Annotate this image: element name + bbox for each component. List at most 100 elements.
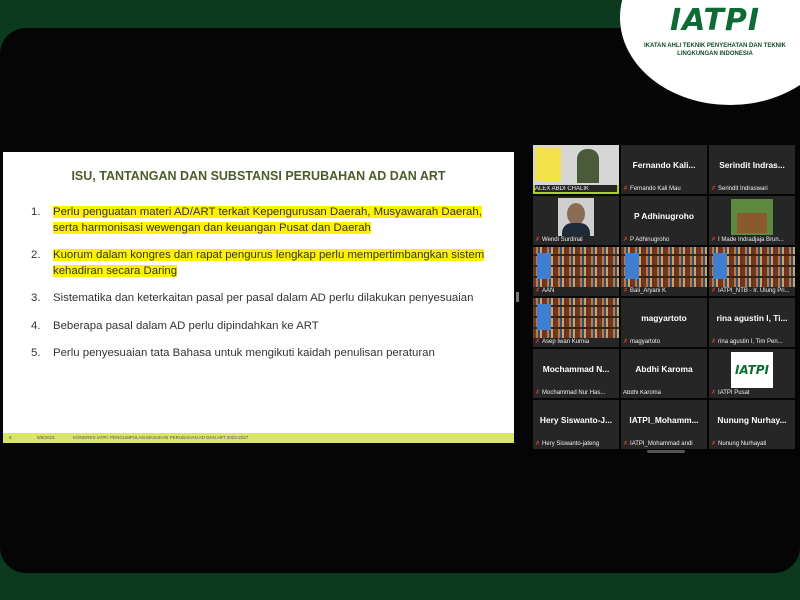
logo-subtitle: IKATAN AHLI TEKNIK PENYEHATAN DAN TEKNIK…: [644, 43, 786, 57]
participant-tile[interactable]: Hery Siswanto-J... ✗ Hery Siswanto-jateng: [533, 400, 619, 449]
mic-muted-icon: ✗: [623, 288, 629, 294]
participant-name-label: ✗ Hery Siswanto-jateng: [535, 440, 617, 448]
participant-tile[interactable]: ✗ Wendi Surdinal: [533, 196, 619, 245]
mic-muted-icon: ✗: [711, 288, 717, 294]
participant-display-title: Abdhi Karoma: [635, 364, 693, 374]
slide-point: 5. Perlu penyesuaian tata Bahasa untuk me…: [31, 346, 491, 362]
participant-display-title: Fernando Kali...: [632, 160, 696, 170]
profile-picture: IATPI: [731, 352, 773, 388]
participant-tile[interactable]: Abdhi Karoma Abdhi Karoma: [621, 349, 707, 398]
participant-name: Mochammad Nur Has...: [542, 389, 606, 396]
slide-point: 3. Sistematika dan keterkaitan pasal per …: [31, 291, 491, 307]
iatpi-logo: IATPI IKATAN AHLI TEKNIK PENYEHATAN DAN …: [630, 4, 800, 58]
mic-muted-icon: ✗: [623, 237, 629, 243]
slide-point: 1. Perlu penguatan materi AD/ART terkait …: [31, 205, 491, 236]
participant-name-label: ✗ Wendi Surdinal: [535, 236, 617, 244]
participant-name-label: ✗ Mochammad Nur Has...: [535, 389, 617, 397]
point-text: Kuorum dalam kongres dan rapat pengurus …: [53, 248, 491, 279]
participant-tile[interactable]: ✗ I Made Indradjaja Brun...: [709, 196, 795, 245]
virtual-background: [625, 253, 639, 279]
point-text-content: Perlu penguatan materi AD/ART terkait Ke…: [53, 206, 482, 234]
participant-display-title: Serindit Indras...: [719, 160, 785, 170]
participant-name: IATPI_Mohammad andi: [630, 440, 693, 447]
slide-point: 2. Kuorum dalam kongres dan rapat penguru…: [31, 248, 491, 279]
participant-display-title: Nunung Nurhay...: [717, 415, 787, 425]
participant-display-title: magyartoto: [641, 313, 687, 323]
participant-name-label: ✗ Bali_Aryani K: [623, 287, 705, 295]
participant-display-title: P Adhinugroho: [633, 211, 694, 221]
participant-name-label: ✗ Fernando Kali Mau: [623, 185, 705, 193]
point-number: 5.: [31, 347, 41, 359]
participant-name: I Made Indradjaja Brun...: [718, 236, 784, 243]
participant-tile[interactable]: Mochammad N... ✗ Mochammad Nur Has...: [533, 349, 619, 398]
participant-name: rina agustin I, Tim Pen...: [718, 338, 783, 345]
mic-muted-icon: ✗: [711, 237, 717, 243]
point-text-content: Kuorum dalam kongres dan rapat pengurus …: [53, 249, 485, 277]
participant-name: Fernando Kali Mau: [630, 185, 681, 192]
mic-muted-icon: ✗: [535, 390, 541, 396]
participant-name-label: Abdhi Karoma: [623, 390, 705, 396]
mic-muted-icon: ✗: [711, 186, 717, 192]
participant-tile[interactable]: Nunung Nurhay... ✗ Nunung Nurhayati: [709, 400, 795, 449]
mic-muted-icon: ✗: [711, 390, 717, 396]
point-number: 2.: [31, 249, 41, 261]
participant-name-label: ✗ I Made Indradjaja Brun...: [711, 236, 793, 244]
participant-display-title: rina agustin I, Ti...: [716, 313, 788, 323]
participant-tile[interactable]: ✗ Bali_Aryani K: [621, 247, 707, 296]
profile-picture: [731, 199, 773, 235]
video-feed: [533, 145, 619, 185]
point-text: Beberapa pasal dalam AD perlu dipindahka…: [53, 319, 491, 335]
participant-display-title: Mochammad N...: [542, 364, 610, 374]
participant-tile[interactable]: Serindit Indras... ✗ Serindit Indraswari: [709, 145, 795, 194]
participant-tile[interactable]: P Adhinugroho ✗ P Adhinugroho: [621, 196, 707, 245]
participant-name-label: ALEX ABDI CHALIK: [535, 186, 617, 192]
participant-tile[interactable]: ALEX ABDI CHALIK: [533, 145, 619, 194]
participant-name-label: ✗ AAN: [535, 287, 617, 295]
point-number: 4.: [31, 319, 41, 332]
participant-display-title: Hery Siswanto-J...: [539, 415, 613, 425]
participant-tile[interactable]: IATPI_Mohamm... ✗ IATPI_Mohammad andi: [621, 400, 707, 449]
point-text-content: Perlu penyesuaian tata Bahasa untuk meng…: [53, 347, 435, 359]
participant-display-title: IATPI_Mohamm...: [629, 415, 699, 425]
participant-name: IATPI Pusat: [718, 389, 750, 396]
participant-tile[interactable]: Fernando Kali... ✗ Fernando Kali Mau: [621, 145, 707, 194]
participant-tile[interactable]: IATPI ✗ IATPI Pusat: [709, 349, 795, 398]
participant-name-label: ✗ magyartoto: [623, 338, 705, 346]
point-text: Perlu penyesuaian tata Bahasa untuk meng…: [53, 346, 491, 362]
virtual-background: [537, 253, 551, 279]
virtual-background: [537, 304, 551, 330]
mic-muted-icon: ✗: [535, 339, 541, 345]
participant-name-label: ✗ P Adhinugroho: [623, 236, 705, 244]
slide-point: 4. Beberapa pasal dalam AD perlu dipindah…: [31, 319, 491, 335]
gallery-scrollbar[interactable]: [647, 450, 685, 453]
participant-name-label: ✗ rina agustin I, Tim Pen...: [711, 338, 793, 346]
mic-muted-icon: ✗: [535, 441, 541, 447]
point-text: Perlu penguatan materi AD/ART terkait Ke…: [53, 205, 491, 236]
slide-footer: 6 9/8/2023 KONGRES IATPI: PENGUMPULAN MA…: [3, 433, 514, 443]
split-resize-handle[interactable]: [516, 292, 519, 302]
slide-caption: KONGRES IATPI: PENGUMPULAN MASUKAN PERUB…: [73, 435, 249, 440]
video-feed: [558, 198, 594, 236]
participant-name: Nunung Nurhayati: [718, 440, 767, 447]
participant-name: Bali_Aryani K: [630, 287, 667, 294]
point-text: Sistematika dan keterkaitan pasal per pa…: [53, 291, 491, 307]
slide-page-number: 6: [9, 435, 12, 440]
mic-muted-icon: ✗: [623, 441, 629, 447]
participant-tile[interactable]: ✗ IATPI_NTB - Ir. Ulung Pri...: [709, 247, 795, 296]
mic-muted-icon: ✗: [535, 237, 541, 243]
participant-name: Serindit Indraswari: [718, 185, 768, 192]
virtual-background: [713, 253, 727, 279]
mic-muted-icon: ✗: [623, 186, 629, 192]
participant-name-label: ✗ Nunung Nurhayati: [711, 440, 793, 448]
participant-tile[interactable]: magyartoto ✗ magyartoto: [621, 298, 707, 347]
participant-tile[interactable]: ✗ Asep Iwan Kurnia: [533, 298, 619, 347]
participant-name: Abdhi Karoma: [623, 390, 662, 396]
participant-name: Asep Iwan Kurnia: [542, 338, 590, 345]
participant-name: IATPI_NTB - Ir. Ulung Pri...: [718, 287, 790, 294]
participant-name-label: ✗ Serindit Indraswari: [711, 185, 793, 193]
participant-tile[interactable]: rina agustin I, Ti... ✗ rina agustin I, Ti…: [709, 298, 795, 347]
participant-name-label: ✗ IATPI_Mohammad andi: [623, 440, 705, 448]
participant-tile[interactable]: ✗ AAN: [533, 247, 619, 296]
participant-name-label: ✗ IATPI_NTB - Ir. Ulung Pri...: [711, 287, 793, 295]
slide-date: 9/8/2023: [37, 435, 55, 440]
